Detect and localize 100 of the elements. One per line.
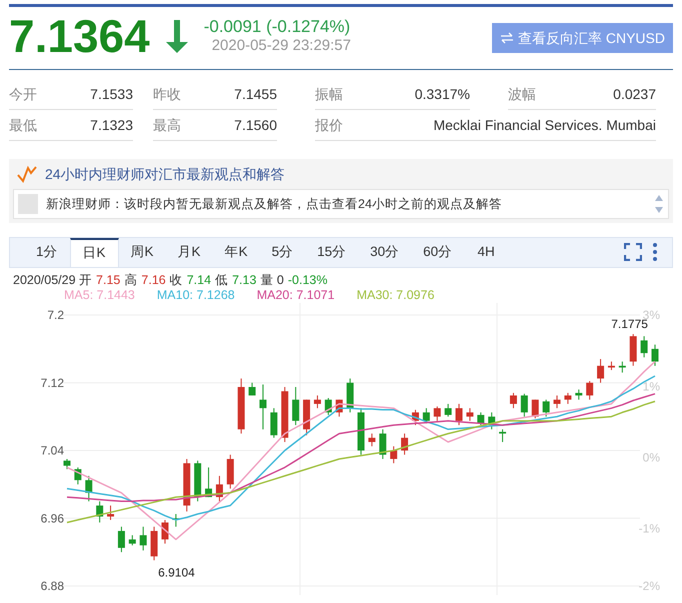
candlestick [314, 394, 321, 409]
candlestick [346, 378, 354, 413]
candlestick [172, 514, 180, 528]
candlestick [652, 344, 658, 366]
candlestick [205, 466, 212, 498]
candlestick [107, 505, 114, 520]
candlestick [281, 386, 288, 443]
bar-info-text: -0.13% [288, 272, 328, 288]
candlestick [303, 399, 310, 436]
axis-label: 7.2 [47, 308, 64, 322]
axis-label: 7.12 [40, 376, 64, 390]
period-tab[interactable]: 年K [212, 238, 260, 267]
axis-label: 6.88 [40, 579, 64, 593]
bar-info-text: 收 [170, 272, 183, 288]
avatar [18, 194, 38, 214]
candlestick [401, 433, 408, 456]
candlestick [597, 358, 604, 384]
candlestick [64, 458, 70, 470]
stat-label: 波幅 [508, 84, 536, 104]
candlestick [499, 428, 506, 443]
candlestick [608, 361, 615, 371]
candlestick [412, 409, 419, 426]
bar-info-text: 高 [124, 272, 138, 288]
candlestick [270, 408, 278, 438]
period-tab[interactable]: 日K [70, 238, 119, 267]
candlestick [226, 454, 234, 490]
candlestick [238, 378, 245, 434]
candlestick [358, 408, 364, 456]
bar-info-text: 7.14 [186, 272, 212, 288]
bar-info-text: 7.13 [232, 272, 256, 288]
period-tab[interactable]: 60分 [411, 238, 464, 267]
candlestick [422, 408, 430, 424]
stat-value: 0.3317% [414, 84, 470, 104]
candlestick [162, 519, 168, 544]
candlestick [140, 526, 147, 551]
price: 7.1364 [9, 13, 150, 59]
candlestick [248, 382, 256, 396]
trend-icon [17, 165, 37, 183]
candlestick [488, 412, 496, 430]
candlestick [128, 534, 136, 546]
candlestick [118, 526, 125, 553]
period-tab[interactable]: 月K [166, 238, 213, 267]
stat-value: 7.1323 [90, 116, 133, 134]
candlestick [630, 334, 637, 366]
candlestick [542, 399, 550, 418]
bar-info-text: 量 0 [260, 272, 284, 288]
fullscreen-icon[interactable] [624, 243, 642, 261]
candlestick [586, 380, 594, 400]
stat-label: 最低 [9, 116, 37, 134]
period-tab[interactable]: 4H [464, 238, 508, 267]
candlestick [532, 399, 539, 419]
candlestick [216, 475, 223, 502]
candlestick [477, 412, 484, 426]
candlestick [324, 398, 332, 416]
stat-label: 最高 [153, 116, 181, 134]
period-tab[interactable]: 30分 [358, 238, 412, 267]
candlestick [640, 336, 648, 358]
stat-value: Mecklai Financial Services. Mumbai [433, 116, 656, 134]
candlestick [150, 526, 158, 561]
swap-icon [500, 32, 514, 44]
candlestick [74, 466, 82, 485]
candlestick [466, 408, 474, 422]
price-change: -0.0091 (-0.1274%) [204, 16, 351, 38]
stat-label: 今开 [9, 84, 37, 104]
bar-info-text: 2020/05/29 开 [13, 272, 92, 288]
candlestick [520, 393, 528, 418]
period-tab[interactable]: 15分 [305, 238, 358, 267]
price-annotation: 6.9104 [158, 565, 195, 580]
candlestick [510, 392, 517, 409]
candlestick [96, 500, 104, 523]
stat-label: 振幅 [315, 84, 343, 104]
candlestick [456, 403, 462, 426]
candlestick [379, 428, 386, 460]
legend-entry: MA5: 7.1443 [64, 288, 135, 303]
candlestick [368, 433, 376, 447]
candlestick [575, 389, 582, 400]
axis-label: 6.96 [40, 511, 64, 526]
candlestick [444, 403, 452, 418]
candlestick [85, 475, 92, 502]
opinion-title[interactable]: 24小时内理财师对汇市最新观点和解答 [45, 164, 285, 184]
stat-label: 报价 [315, 116, 343, 134]
period-tab[interactable]: 5分 [260, 238, 306, 267]
candlestick [618, 361, 626, 374]
timestamp: 2020-05-29 23:29:57 [212, 37, 351, 56]
candlestick [292, 386, 300, 426]
stat-value: 7.1533 [90, 84, 133, 104]
period-tab[interactable]: 周K [118, 238, 166, 267]
legend-entry: MA20: 7.1071 [256, 288, 335, 303]
candlestick [260, 384, 266, 430]
legend-entry: MA10: 7.1268 [156, 288, 235, 303]
candlestick [434, 406, 441, 422]
stat-value: 7.1455 [234, 84, 277, 104]
bar-info-text: 7.15 [96, 272, 120, 288]
stat-value: 7.1560 [234, 116, 277, 134]
more-icon[interactable] [652, 243, 658, 261]
candlestick [554, 394, 560, 409]
bar-info-text: 7.16 [141, 272, 166, 288]
candlestick [390, 446, 398, 464]
period-tab[interactable]: 1分 [24, 238, 70, 267]
legend-entry: MA30: 7.0976 [356, 288, 434, 303]
